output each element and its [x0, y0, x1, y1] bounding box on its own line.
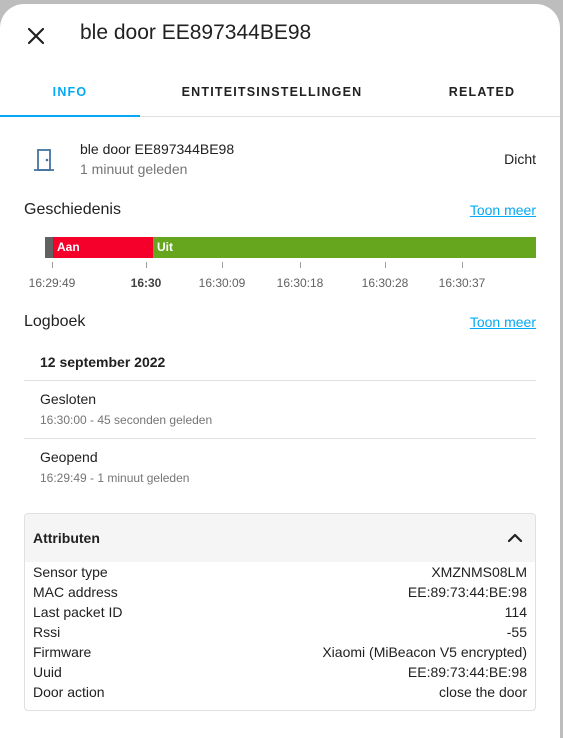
- attribute-key: Firmware: [33, 644, 92, 660]
- entity-state: Dicht: [504, 151, 536, 167]
- attribute-row: Rssi -55: [33, 624, 527, 644]
- attribute-row: MAC address EE:89:73:44:BE:98: [33, 584, 527, 604]
- history-timeline[interactable]: Aan Uit: [45, 237, 536, 258]
- dialog-header: ble door EE897344BE98: [0, 4, 560, 68]
- timeline-segment-off[interactable]: Uit: [153, 237, 536, 258]
- axis-tick: [146, 262, 147, 268]
- attribute-key: Sensor type: [33, 564, 108, 580]
- entity-last-changed: 1 minuut geleden: [80, 161, 188, 177]
- axis-tick: [462, 262, 463, 268]
- logbook-more-link[interactable]: Toon meer: [470, 314, 536, 330]
- divider: [24, 380, 536, 381]
- door-icon: [34, 149, 54, 171]
- attribute-key: Uuid: [33, 664, 62, 680]
- attributes-list: Sensor type XMZNMS08LM MAC address EE:89…: [33, 564, 527, 704]
- tab-related[interactable]: RELATED: [404, 68, 560, 116]
- attribute-value: EE:89:73:44:BE:98: [407, 584, 527, 600]
- logbook-entry-subtitle: 16:29:49 - 1 minuut geleden: [40, 471, 190, 485]
- attribute-value: 114: [504, 604, 527, 620]
- attribute-key: MAC address: [33, 584, 118, 600]
- axis-tick-label: 16:29:49: [28, 276, 76, 290]
- axis-tick: [300, 262, 301, 268]
- timeline-axis: 16:29:49 16:30 16:30:09 16:30:18 16:30:2…: [0, 258, 560, 298]
- attribute-value: Xiaomi (MiBeacon V5 encrypted): [322, 644, 527, 660]
- axis-tick-label: 16:30:28: [361, 276, 409, 290]
- attribute-row: Door action close the door: [33, 684, 527, 704]
- attribute-row: Sensor type XMZNMS08LM: [33, 564, 527, 584]
- logbook-date: 12 september 2022: [40, 354, 166, 370]
- attribute-row: Uuid EE:89:73:44:BE:98: [33, 664, 527, 684]
- axis-tick-label: 16:30:18: [276, 276, 324, 290]
- timeline-segment-on[interactable]: Aan: [53, 237, 153, 258]
- axis-tick-label: 16:30:37: [438, 276, 486, 290]
- logbook-entry-title: Gesloten: [40, 391, 97, 407]
- history-title: Geschiedenis: [24, 201, 121, 218]
- attribute-value: XMZNMS08LM: [431, 564, 527, 580]
- attribute-row: Firmware Xiaomi (MiBeacon V5 encrypted): [33, 644, 527, 664]
- axis-tick: [52, 262, 53, 268]
- close-button[interactable]: [20, 20, 52, 52]
- attribute-key: Rssi: [33, 624, 61, 640]
- timeline-segment-label: Aan: [57, 240, 80, 254]
- chevron-up-icon: [507, 533, 523, 543]
- tab-bar: INFO ENTITEITSINSTELLINGEN RELATED: [0, 68, 560, 117]
- axis-tick: [385, 262, 386, 268]
- more-info-dialog: ble door EE897344BE98 INFO ENTITEITSINST…: [0, 4, 560, 738]
- timeline-segment-unknown[interactable]: [45, 237, 53, 258]
- axis-tick-label: 16:30: [130, 276, 162, 290]
- attributes-panel: Attributen Sensor type XMZNMS08LM MAC ad…: [24, 513, 536, 711]
- attribute-value: -55: [506, 624, 527, 640]
- logbook-entry-title: Geopend: [40, 449, 98, 465]
- axis-tick: [222, 262, 223, 268]
- attribute-value: close the door: [439, 684, 527, 700]
- logbook-title: Logboek: [24, 313, 86, 330]
- tab-info[interactable]: INFO: [0, 68, 140, 116]
- axis-tick-label: 16:30:09: [198, 276, 246, 290]
- logbook-entry-subtitle: 16:30:00 - 45 seconden geleden: [40, 413, 213, 427]
- divider: [24, 438, 536, 439]
- tab-entity-settings[interactable]: ENTITEITSINSTELLINGEN: [140, 68, 404, 116]
- dialog-title: ble door EE897344BE98: [80, 21, 312, 44]
- entity-name: ble door EE897344BE98: [80, 141, 235, 157]
- timeline-segment-label: Uit: [157, 240, 173, 254]
- attributes-toggle[interactable]: Attributen: [25, 514, 535, 562]
- attribute-row: Last packet ID 114: [33, 604, 527, 624]
- active-tab-indicator: [0, 115, 140, 117]
- entity-row: ble door EE897344BE98 1 minuut geleden D…: [0, 137, 560, 181]
- attribute-key: Last packet ID: [33, 604, 123, 620]
- attribute-value: EE:89:73:44:BE:98: [407, 664, 527, 680]
- close-icon: [27, 27, 45, 45]
- history-more-link[interactable]: Toon meer: [470, 202, 536, 218]
- attributes-title: Attributen: [33, 530, 100, 546]
- attribute-key: Door action: [33, 684, 105, 700]
